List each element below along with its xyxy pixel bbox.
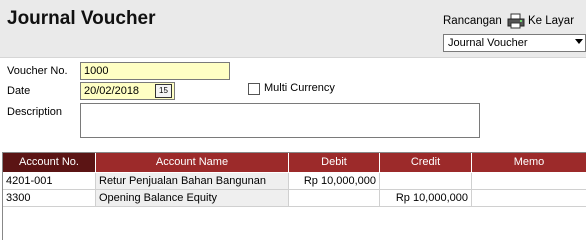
column-header-account-name[interactable]: Account Name: [96, 153, 289, 172]
cell-credit[interactable]: Rp 10,000,000: [380, 190, 472, 207]
ke-layar-label: Ke Layar: [528, 15, 575, 27]
column-header-debit[interactable]: Debit: [289, 153, 380, 172]
cell-debit[interactable]: [289, 190, 380, 207]
column-header-credit[interactable]: Credit: [380, 153, 472, 172]
template-select-value: Journal Voucher: [448, 37, 528, 49]
grid-header: Account No. Account Name Debit Credit Me…: [3, 153, 586, 172]
column-header-account-no[interactable]: Account No.: [3, 153, 96, 172]
calendar-day-glyph: 15: [159, 86, 168, 95]
cell-account-name[interactable]: Opening Balance Equity: [96, 190, 289, 207]
date-field[interactable]: 20/02/2018 15: [80, 82, 175, 100]
date-value: 20/02/2018: [84, 85, 140, 97]
voucher-no-field[interactable]: 1000: [80, 62, 230, 80]
ke-layar-button[interactable]: Ke Layar: [507, 10, 586, 32]
multi-currency-label: Multi Currency: [264, 82, 335, 94]
journal-grid: Account No. Account Name Debit Credit Me…: [2, 152, 586, 240]
page-title: Journal Voucher: [7, 8, 156, 29]
cell-account-no[interactable]: 3300: [3, 190, 96, 207]
rancangan-label: Rancangan: [443, 15, 502, 27]
cell-credit[interactable]: [380, 173, 472, 190]
date-label: Date: [7, 85, 31, 97]
cell-memo[interactable]: [472, 173, 586, 190]
cell-account-name[interactable]: Retur Penjualan Bahan Bangunan: [96, 173, 289, 190]
description-field[interactable]: [80, 103, 480, 138]
column-header-memo[interactable]: Memo: [472, 153, 586, 172]
calendar-icon[interactable]: 15: [155, 84, 172, 98]
template-select[interactable]: Journal Voucher: [443, 34, 586, 52]
multi-currency-checkbox[interactable]: [248, 83, 260, 95]
printer-icon: [507, 13, 525, 29]
cell-debit[interactable]: Rp 10,000,000: [289, 173, 380, 190]
description-label: Description: [7, 106, 63, 118]
table-row[interactable]: 4201-001 Retur Penjualan Bahan Bangunan …: [3, 173, 586, 190]
voucher-no-label: Voucher No.: [7, 65, 68, 77]
cell-memo[interactable]: [472, 190, 586, 207]
table-row[interactable]: 3300 Opening Balance Equity Rp 10,000,00…: [3, 190, 586, 207]
chevron-down-icon: [575, 39, 583, 44]
header-bar: Journal Voucher Rancangan Ke Layar Journ…: [0, 0, 586, 58]
cell-account-no[interactable]: 4201-001: [3, 173, 96, 190]
